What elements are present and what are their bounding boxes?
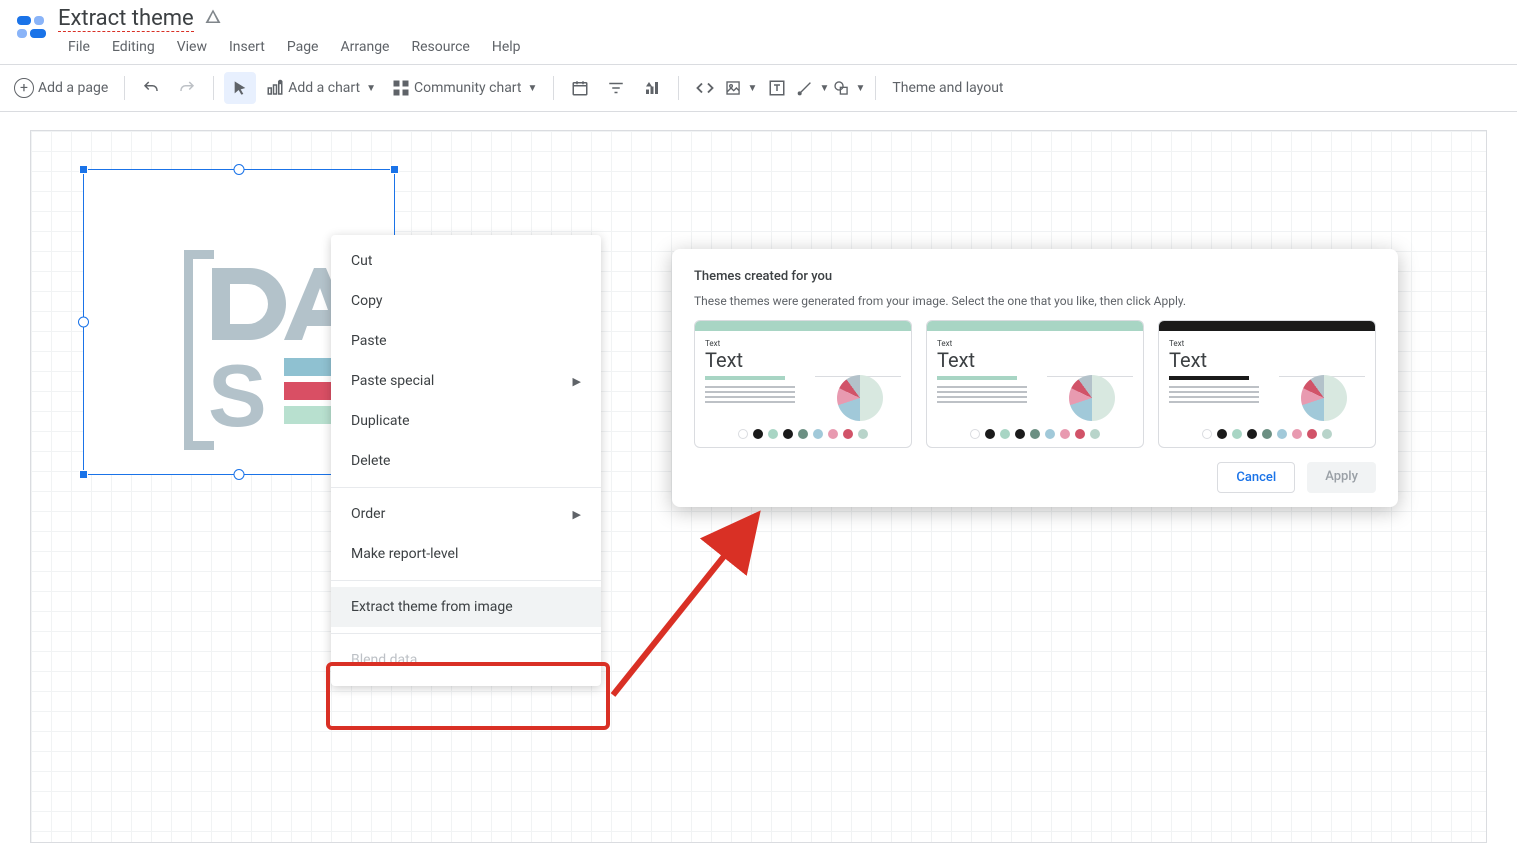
cm-delete[interactable]: Delete <box>331 441 601 481</box>
menu-insert[interactable]: Insert <box>219 35 275 59</box>
image-button[interactable]: ▼ <box>725 72 757 104</box>
chevron-right-icon: ▶ <box>573 375 581 388</box>
cm-paste[interactable]: Paste <box>331 321 601 361</box>
cm-order[interactable]: Order▶ <box>331 494 601 534</box>
theme-preview-header <box>695 321 911 331</box>
menu-arrange[interactable]: Arrange <box>331 35 400 59</box>
menu-resource[interactable]: Resource <box>401 35 479 59</box>
redo-button[interactable] <box>171 72 203 104</box>
theme-card[interactable]: Text Text <box>926 320 1144 448</box>
dialog-description: These themes were generated from your im… <box>694 294 1376 308</box>
resize-handle[interactable] <box>390 165 399 174</box>
apply-button: Apply <box>1307 462 1376 493</box>
select-tool-button[interactable] <box>224 72 256 104</box>
toolbar: + Add a page + Add a chart ▼ Community c… <box>0 64 1517 112</box>
drive-status-icon[interactable] <box>204 8 222 30</box>
menu-separator <box>331 580 601 581</box>
bar-chart-icon <box>1279 337 1365 377</box>
report-canvas[interactable]: S Cut Copy Paste Paste special▶ Duplicat… <box>30 130 1487 843</box>
menu-separator <box>331 487 601 488</box>
document-title[interactable]: Extract theme <box>58 6 194 31</box>
data-control-button[interactable] <box>636 72 668 104</box>
text-button[interactable] <box>761 72 793 104</box>
toolbar-separator <box>124 76 125 100</box>
pie-chart-icon <box>1301 375 1347 421</box>
toolbar-separator <box>678 76 679 100</box>
bar-chart-icon <box>815 337 901 377</box>
community-chart-button[interactable]: Community chart ▼ <box>386 72 543 104</box>
menu-bar: File Editing View Insert Page Arrange Re… <box>58 35 531 59</box>
themes-dialog: Themes created for you These themes were… <box>672 249 1398 507</box>
resize-handle[interactable] <box>79 165 88 174</box>
app-logo-icon <box>14 10 50 46</box>
theme-cards-row: Text Text Text Text Text Text <box>694 320 1376 448</box>
menu-view[interactable]: View <box>167 35 217 59</box>
toolbar-separator <box>213 76 214 100</box>
cm-extract-theme[interactable]: Extract theme from image <box>331 587 601 627</box>
preview-underline <box>1169 376 1249 380</box>
resize-handle[interactable] <box>234 469 245 480</box>
cm-copy[interactable]: Copy <box>331 281 601 321</box>
chevron-down-icon: ▼ <box>366 83 376 94</box>
cm-duplicate[interactable]: Duplicate <box>331 401 601 441</box>
cm-paste-special[interactable]: Paste special▶ <box>331 361 601 401</box>
line-button[interactable]: ▼ <box>797 72 829 104</box>
color-swatches <box>695 429 911 447</box>
theme-layout-label: Theme and layout <box>892 80 1003 96</box>
theme-preview-header <box>927 321 1143 331</box>
chevron-down-icon: ▼ <box>855 83 865 94</box>
date-range-button[interactable] <box>564 72 596 104</box>
add-chart-label: Add a chart <box>288 80 360 96</box>
toolbar-separator <box>553 76 554 100</box>
menu-page[interactable]: Page <box>277 35 329 59</box>
pie-chart-icon <box>837 375 883 421</box>
menu-file[interactable]: File <box>58 35 100 59</box>
theme-preview-body: Text Text <box>927 331 1143 429</box>
menu-help[interactable]: Help <box>482 35 531 59</box>
add-page-label: Add a page <box>38 80 108 96</box>
theme-preview-header <box>1159 321 1375 331</box>
chevron-down-icon: ▼ <box>527 83 537 94</box>
theme-preview-body: Text Text <box>695 331 911 429</box>
chevron-down-icon: ▼ <box>747 83 757 94</box>
cancel-button[interactable]: Cancel <box>1217 462 1295 493</box>
chevron-down-icon: ▼ <box>819 83 829 94</box>
theme-preview-body: Text Text <box>1159 331 1375 429</box>
resize-handle[interactable] <box>79 470 88 479</box>
preview-underline <box>937 376 1017 380</box>
menu-separator <box>331 633 601 634</box>
chevron-right-icon: ▶ <box>573 508 581 521</box>
shape-button[interactable]: ▼ <box>833 72 865 104</box>
annotation-arrow-icon <box>607 501 787 701</box>
cm-make-report-level[interactable]: Make report-level <box>331 534 601 574</box>
theme-layout-button[interactable]: Theme and layout <box>886 72 1009 104</box>
preview-underline <box>705 376 785 380</box>
menu-editing[interactable]: Editing <box>102 35 165 59</box>
filter-button[interactable] <box>600 72 632 104</box>
pie-chart-icon <box>1069 375 1115 421</box>
color-swatches <box>1159 429 1375 447</box>
color-swatches <box>927 429 1143 447</box>
theme-card[interactable]: Text Text <box>1158 320 1376 448</box>
undo-button[interactable] <box>135 72 167 104</box>
community-chart-label: Community chart <box>414 80 522 96</box>
dialog-title: Themes created for you <box>694 269 1376 284</box>
cm-cut[interactable]: Cut <box>331 241 601 281</box>
app-header: Extract theme File Editing View Insert P… <box>0 0 1517 64</box>
url-embed-button[interactable] <box>689 72 721 104</box>
resize-handle[interactable] <box>78 317 89 328</box>
theme-card[interactable]: Text Text <box>694 320 912 448</box>
svg-text:+: + <box>279 81 282 86</box>
bar-chart-icon <box>1047 337 1133 377</box>
add-page-button[interactable]: + Add a page <box>8 72 114 104</box>
svg-text:S: S <box>208 346 267 445</box>
cm-blend-data: Blend data <box>331 640 601 680</box>
plus-circle-icon: + <box>14 78 34 98</box>
context-menu: Cut Copy Paste Paste special▶ Duplicate … <box>331 235 601 686</box>
toolbar-separator <box>875 76 876 100</box>
resize-handle[interactable] <box>234 164 245 175</box>
add-chart-button[interactable]: + Add a chart ▼ <box>260 72 382 104</box>
